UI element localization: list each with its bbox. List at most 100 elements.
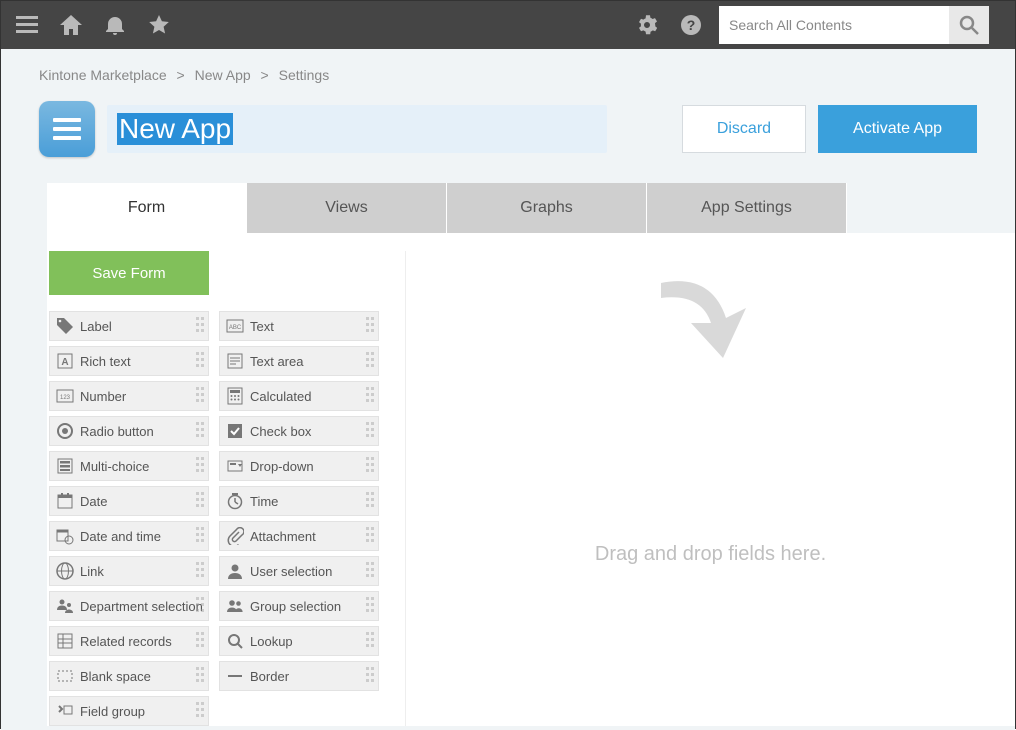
topbar: ? <box>1 1 1015 49</box>
activate-button[interactable]: Activate App <box>818 105 977 153</box>
field-item-drop-down[interactable]: Drop-down <box>219 451 379 481</box>
drag-handle-icon <box>196 632 204 652</box>
attachment-icon <box>224 525 246 547</box>
favorites-button[interactable] <box>137 1 181 49</box>
topbar-left <box>5 1 181 49</box>
drag-handle-icon <box>366 387 374 407</box>
tabs: Form Views Graphs App Settings <box>1 183 1015 233</box>
form-canvas[interactable]: Drag and drop fields here. <box>405 251 1015 726</box>
tab-app-settings[interactable]: App Settings <box>647 183 847 233</box>
breadcrumb-item[interactable]: Kintone Marketplace <box>39 67 167 83</box>
datetime-icon <box>54 525 76 547</box>
field-item-number[interactable]: 123Number <box>49 381 209 411</box>
app-name-input[interactable]: New App <box>107 105 607 153</box>
notifications-button[interactable] <box>93 1 137 49</box>
field-item-label: Field group <box>80 704 145 719</box>
list-icon <box>53 118 81 140</box>
field-item-link[interactable]: Link <box>49 556 209 586</box>
field-item-label[interactable]: Label <box>49 311 209 341</box>
bell-icon <box>106 15 124 35</box>
field-item-text-area[interactable]: Text area <box>219 346 379 376</box>
field-item-user-selection[interactable]: User selection <box>219 556 379 586</box>
radio-icon <box>54 420 76 442</box>
field-item-radio-button[interactable]: Radio button <box>49 416 209 446</box>
field-item-date-and-time[interactable]: Date and time <box>49 521 209 551</box>
canvas-hint: Drag and drop fields here. <box>595 543 826 566</box>
drag-handle-icon <box>196 422 204 442</box>
app-icon[interactable] <box>39 101 95 157</box>
user-icon <box>224 560 246 582</box>
field-item-label: Lookup <box>250 634 293 649</box>
drag-handle-icon <box>366 562 374 582</box>
textarea-icon <box>224 350 246 372</box>
drag-handle-icon <box>366 457 374 477</box>
search-input[interactable] <box>719 6 949 44</box>
field-item-attachment[interactable]: Attachment <box>219 521 379 551</box>
drag-handle-icon <box>196 387 204 407</box>
settings-button[interactable] <box>625 1 669 49</box>
breadcrumb-item[interactable]: New App <box>195 67 251 83</box>
tab-graphs[interactable]: Graphs <box>447 183 647 233</box>
breadcrumb: Kintone Marketplace > New App > Settings <box>1 67 1015 101</box>
home-button[interactable] <box>49 1 93 49</box>
field-item-label: Time <box>250 494 278 509</box>
field-item-lookup[interactable]: Lookup <box>219 626 379 656</box>
tab-form[interactable]: Form <box>47 183 247 233</box>
svg-text:ABC: ABC <box>229 325 242 331</box>
drag-handle-icon <box>366 422 374 442</box>
field-item-group-selection[interactable]: Group selection <box>219 591 379 621</box>
field-item-field-group[interactable]: Field group <box>49 696 209 726</box>
field-item-label: Rich text <box>80 354 131 369</box>
drag-handle-icon <box>366 527 374 547</box>
tag-icon <box>54 315 76 337</box>
field-item-label: Label <box>80 319 112 334</box>
blank-icon <box>54 665 76 687</box>
help-button[interactable]: ? <box>669 1 713 49</box>
field-item-department-selection[interactable]: Department selection <box>49 591 209 621</box>
field-item-label: Attachment <box>250 529 316 544</box>
field-item-border[interactable]: Border <box>219 661 379 691</box>
breadcrumb-item[interactable]: Settings <box>279 67 330 83</box>
drag-handle-icon <box>196 527 204 547</box>
tab-views[interactable]: Views <box>247 183 447 233</box>
drag-handle-icon <box>196 702 204 722</box>
field-item-blank-space[interactable]: Blank space <box>49 661 209 691</box>
link-icon <box>54 560 76 582</box>
save-form-button[interactable]: Save Form <box>49 251 209 295</box>
drag-handle-icon <box>196 492 204 512</box>
field-item-multi-choice[interactable]: Multi-choice <box>49 451 209 481</box>
field-item-date[interactable]: Date <box>49 486 209 516</box>
field-item-calculated[interactable]: Calculated <box>219 381 379 411</box>
field-item-label: Check box <box>250 424 311 439</box>
field-item-text[interactable]: ABCText <box>219 311 379 341</box>
field-palette: Save Form Label ABCText ARich text Text are… <box>49 251 387 726</box>
gear-icon <box>637 15 657 35</box>
field-item-rich-text[interactable]: ARich text <box>49 346 209 376</box>
field-item-label: Drop-down <box>250 459 314 474</box>
svg-text:123: 123 <box>60 395 71 401</box>
fieldgroup-icon <box>54 700 76 722</box>
field-item-label: Department selection <box>80 599 203 614</box>
field-item-time[interactable]: Time <box>219 486 379 516</box>
drag-handle-icon <box>366 597 374 617</box>
field-item-label: Related records <box>80 634 172 649</box>
calc-icon <box>224 385 246 407</box>
field-item-check-box[interactable]: Check box <box>219 416 379 446</box>
search-button[interactable] <box>949 6 989 44</box>
field-item-label: Date <box>80 494 107 509</box>
menu-button[interactable] <box>5 1 49 49</box>
date-icon <box>54 490 76 512</box>
field-item-label: Date and time <box>80 529 161 544</box>
drag-handle-icon <box>196 317 204 337</box>
drag-handle-icon <box>366 492 374 512</box>
drop-arrow-icon <box>651 263 771 383</box>
star-icon <box>149 15 169 35</box>
hamburger-icon <box>16 16 38 34</box>
drag-handle-icon <box>366 352 374 372</box>
related-icon <box>54 630 76 652</box>
field-grid: Label ABCText ARich text Text area 123Number… <box>49 311 379 726</box>
lookup-icon <box>224 630 246 652</box>
discard-button[interactable]: Discard <box>682 105 806 153</box>
field-item-label: Multi-choice <box>80 459 149 474</box>
field-item-related-records[interactable]: Related records <box>49 626 209 656</box>
